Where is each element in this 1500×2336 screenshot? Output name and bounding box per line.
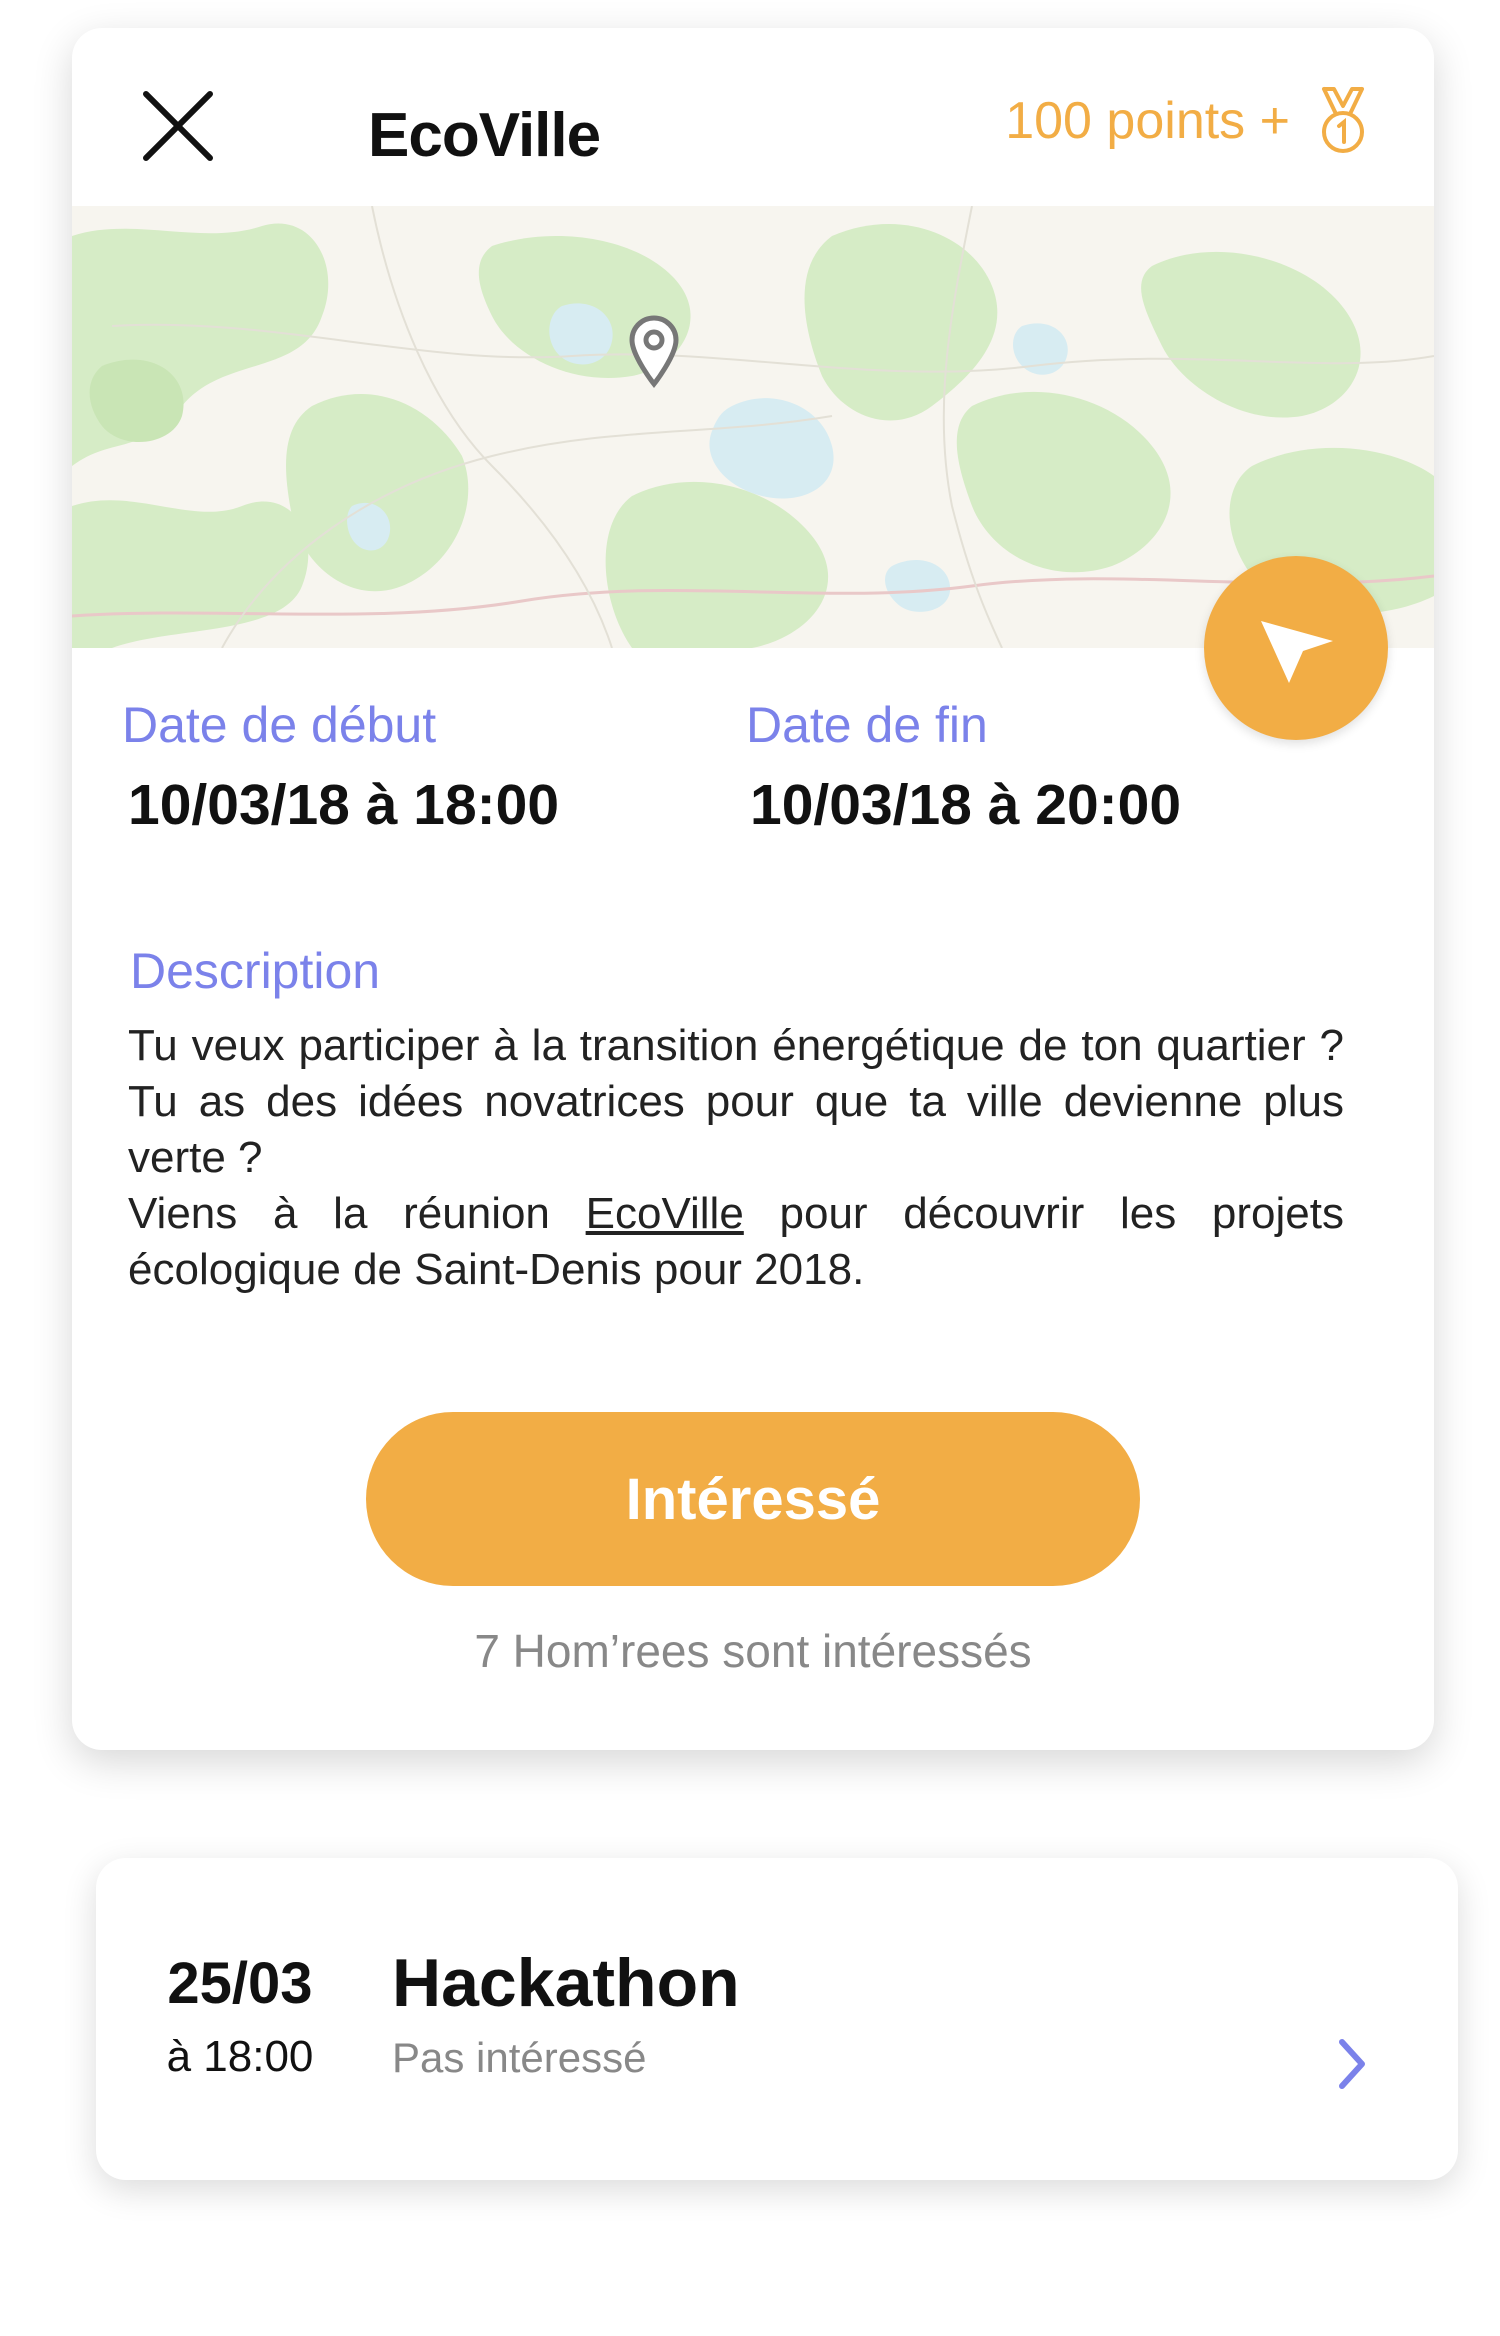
description-paragraph-1: Tu veux participer à la transition énerg…	[128, 1021, 1344, 1182]
description-paragraph-2: Viens à la réunion EcoVille pour découvr…	[128, 1186, 1344, 1298]
start-date-label: Date de début	[122, 697, 437, 753]
interested-count: 7 Hom’rees sont intéressés	[474, 1625, 1032, 1677]
close-icon[interactable]	[134, 82, 222, 170]
event-date: 25/03	[167, 1951, 313, 2016]
points-label: 100 points +	[1005, 92, 1290, 150]
interested-button[interactable]: Intéressé	[366, 1412, 1140, 1586]
description-label: Description	[130, 943, 381, 999]
page-title: EcoVille	[368, 101, 601, 170]
event-status: Pas intéressé	[392, 2034, 647, 2081]
points-badge: 100 points +	[1005, 86, 1370, 156]
description-text: Tu veux participer à la transition énerg…	[128, 1018, 1344, 1298]
navigation-arrow-icon[interactable]	[1251, 603, 1341, 693]
next-event-card[interactable]: 25/03 à 18:00 Hackathon Pas intéressé	[96, 1858, 1458, 2180]
start-date-value: 10/03/18 à 18:00	[128, 773, 560, 837]
event-title: Hackathon	[392, 1945, 740, 2021]
navigate-button[interactable]	[1204, 556, 1388, 740]
event-time: à 18:00	[166, 2032, 314, 2081]
medal-icon	[1322, 87, 1364, 153]
event-map[interactable]	[72, 206, 1434, 648]
chevron-right-icon[interactable]	[1334, 2036, 1370, 2092]
ecoville-link[interactable]: EcoVille	[586, 1189, 744, 1238]
event-detail-card: EcoVille 100 points + Date de début 10/0…	[72, 28, 1434, 1750]
end-date-value: 10/03/18 à 20:00	[750, 773, 1182, 837]
close-button[interactable]	[134, 82, 222, 170]
end-date-label: Date de fin	[746, 697, 988, 753]
description-text-before-link: Viens à la réunion	[128, 1189, 586, 1238]
